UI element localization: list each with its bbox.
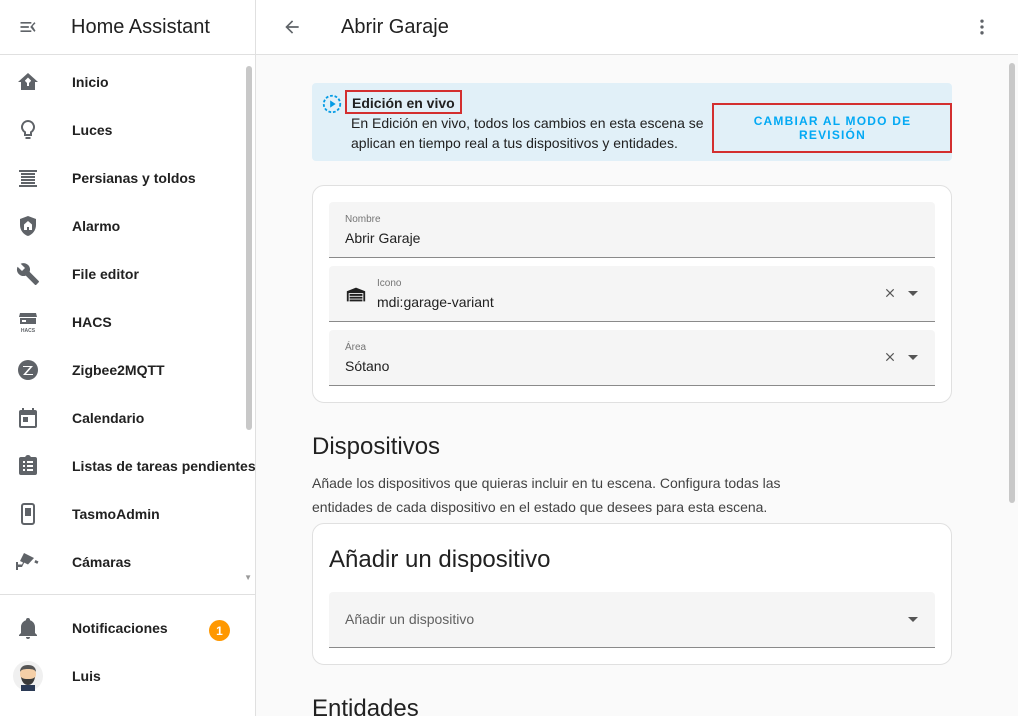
sidebar-item-label: Zigbee2MQTT [72, 362, 165, 378]
calendar-icon [0, 406, 56, 430]
garage-variant-icon [345, 283, 367, 310]
notification-count-badge: 1 [209, 620, 230, 641]
menu-collapse-icon[interactable] [0, 0, 56, 55]
area-field-label: Área [345, 342, 367, 353]
sidebar-item-user[interactable]: Luis [0, 652, 256, 700]
dropdown-arrow-icon[interactable] [908, 617, 918, 622]
sidebar-item-camaras[interactable]: Cámaras [0, 538, 256, 586]
sidebar-item-luces[interactable]: Luces [0, 106, 256, 154]
clipboard-list-icon [0, 454, 56, 478]
device-picker-label: Añadir un dispositivo [345, 611, 475, 627]
home-icon [0, 70, 56, 94]
scene-settings-card: Nombre Abrir Garaje Icono mdi:garage-var… [312, 185, 952, 403]
sidebar-item-label: Calendario [72, 410, 145, 426]
sidebar-item-label: TasmoAdmin [72, 506, 160, 522]
icon-field-label: Icono [377, 278, 402, 289]
page-title: Abrir Garaje [341, 16, 449, 38]
main-scrollbar[interactable] [1009, 63, 1015, 503]
lightbulb-icon [0, 118, 56, 142]
wrench-icon [0, 262, 56, 286]
blinds-icon [0, 166, 56, 190]
sidebar-item-label: Luis [72, 668, 101, 684]
sidebar-item-persianas[interactable]: Persianas y toldos [0, 154, 256, 202]
area-field[interactable]: Área Sótano [329, 330, 935, 386]
sidebar-item-alarmo[interactable]: Alarmo [0, 202, 256, 250]
icon-field-value: mdi:garage-variant [377, 294, 494, 310]
dropdown-arrow-icon[interactable] [908, 291, 918, 296]
back-arrow-icon[interactable] [280, 15, 304, 39]
sidebar-item-label: HACS [72, 314, 112, 330]
sidebar-item-label: Listas de tareas pendientes [72, 458, 256, 474]
tasmota-icon [0, 502, 56, 526]
sidebar-item-inicio[interactable]: Inicio [0, 58, 256, 106]
device-picker[interactable]: Añadir un dispositivo [329, 592, 935, 648]
dropdown-arrow-icon[interactable] [908, 355, 918, 360]
icon-field[interactable]: Icono mdi:garage-variant [329, 266, 935, 322]
clear-icon[interactable] [883, 286, 897, 305]
sidebar: Home Assistant Inicio Luces Persianas y … [0, 0, 256, 716]
sidebar-nav: Inicio Luces Persianas y toldos Alarmo F… [0, 58, 256, 588]
zigbee-icon [0, 358, 56, 382]
sidebar-item-listas[interactable]: Listas de tareas pendientes [0, 442, 256, 490]
sidebar-item-hacs[interactable]: HACS HACS [0, 298, 256, 346]
name-field-value: Abrir Garaje [345, 230, 421, 246]
area-field-value: Sótano [345, 358, 390, 374]
sidebar-header: Home Assistant [0, 0, 255, 55]
sidebar-scrollbar[interactable] [246, 66, 252, 430]
switch-to-review-mode-button[interactable]: CAMBIAR AL MODO DE REVISIÓN [712, 103, 952, 153]
sidebar-item-label: Luces [72, 122, 113, 138]
sidebar-item-label: Cámaras [72, 554, 132, 570]
shield-home-icon [0, 214, 56, 238]
name-field-label: Nombre [345, 214, 381, 225]
top-app-bar: Abrir Garaje [256, 0, 1018, 55]
bell-icon [0, 616, 56, 640]
avatar [0, 661, 56, 691]
hacs-icon: HACS [0, 310, 56, 334]
sidebar-divider [0, 594, 255, 595]
add-device-card: Añadir un dispositivo Añadir un disposit… [312, 523, 952, 665]
sidebar-item-label: Inicio [72, 74, 109, 90]
sidebar-item-file-editor[interactable]: File editor [0, 250, 256, 298]
sidebar-item-zigbee2mqtt[interactable]: Zigbee2MQTT [0, 346, 256, 394]
sidebar-item-label: Notificaciones [72, 620, 168, 636]
sidebar-item-notificaciones[interactable]: Notificaciones 1 [0, 604, 256, 652]
main-content: Edición en vivo En Edición en vivo, todo… [256, 55, 1018, 716]
alert-title: Edición en vivo [345, 90, 462, 114]
sidebar-item-calendario[interactable]: Calendario [0, 394, 256, 442]
alert-text: En Edición en vivo, todos los cambios en… [351, 115, 704, 151]
play-circle-icon [321, 93, 343, 120]
devices-section-description: Añade los dispositivos que quieras inclu… [312, 475, 781, 515]
entities-section-title: Entidades [312, 695, 419, 716]
sidebar-bottom: Notificaciones 1 Luis [0, 604, 256, 700]
sidebar-item-tasmoadmin[interactable]: TasmoAdmin [0, 490, 256, 538]
live-edit-alert: Edición en vivo En Edición en vivo, todo… [312, 83, 952, 161]
scroll-down-arrow-icon[interactable]: ▼ [244, 573, 252, 582]
cctv-icon [0, 550, 56, 574]
app-title: Home Assistant [71, 15, 210, 38]
more-vertical-icon[interactable] [970, 15, 994, 39]
sidebar-item-label: Persianas y toldos [72, 170, 196, 186]
sidebar-item-label: Alarmo [72, 218, 121, 234]
name-field[interactable]: Nombre Abrir Garaje [329, 202, 935, 258]
clear-icon[interactable] [883, 350, 897, 369]
add-device-card-title: Añadir un dispositivo [329, 546, 551, 573]
devices-section-title: Dispositivos [312, 433, 441, 460]
sidebar-item-label: File editor [72, 266, 139, 282]
svg-text:HACS: HACS [21, 328, 36, 334]
